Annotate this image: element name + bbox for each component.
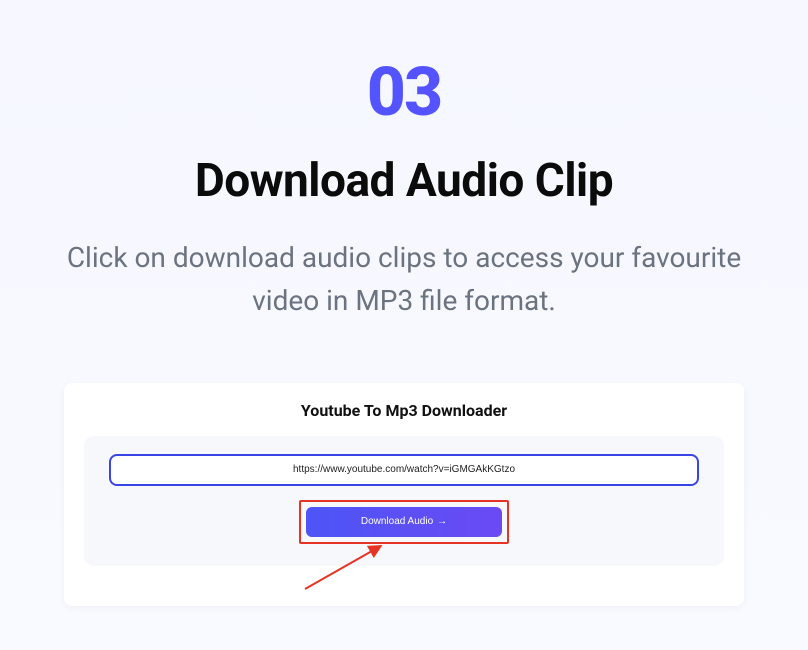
mockup-card: Youtube To Mp3 Downloader Download Audio… [64, 383, 744, 606]
mockup-title: Youtube To Mp3 Downloader [84, 401, 724, 420]
step-number: 03 [0, 58, 808, 126]
step-title: Download Audio Clip [0, 154, 808, 208]
download-button-label: Download Audio [361, 516, 433, 527]
pointer-arrow-icon [299, 539, 389, 594]
arrow-right-icon: → [437, 517, 447, 527]
highlight-box: Download Audio → [299, 500, 509, 544]
step-description: Click on download audio clips to access … [54, 236, 754, 323]
mockup-panel: Download Audio → [84, 436, 724, 566]
step-container: 03 Download Audio Clip Click on download… [0, 0, 808, 606]
youtube-url-input[interactable] [109, 454, 699, 486]
download-audio-button[interactable]: Download Audio → [306, 507, 502, 537]
